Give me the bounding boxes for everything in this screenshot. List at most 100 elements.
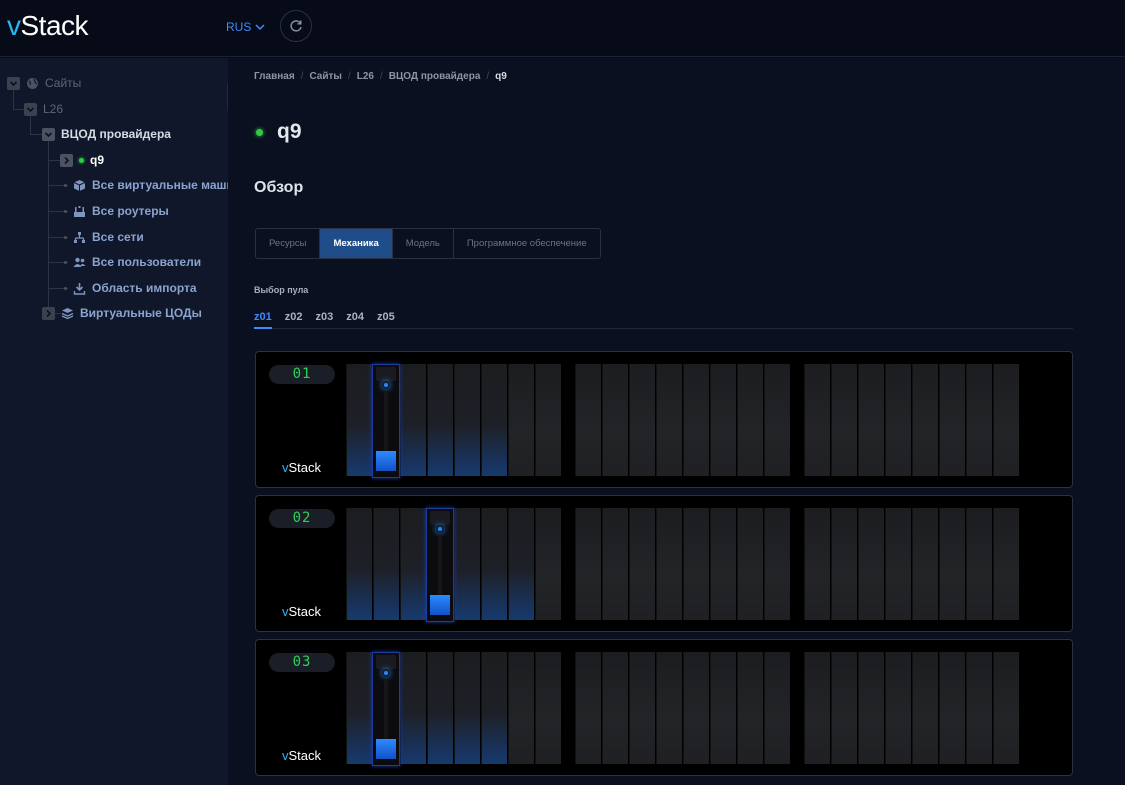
storage-slot[interactable] bbox=[454, 364, 480, 476]
storage-slot[interactable] bbox=[993, 508, 1019, 620]
storage-slot[interactable] bbox=[804, 652, 830, 764]
tree-item-l26[interactable]: L26 bbox=[24, 102, 63, 116]
storage-slot[interactable] bbox=[737, 508, 763, 620]
storage-slot[interactable] bbox=[912, 364, 938, 476]
storage-slot[interactable] bbox=[764, 508, 790, 620]
storage-slot[interactable] bbox=[993, 652, 1019, 764]
storage-slot[interactable] bbox=[764, 364, 790, 476]
pool-tab-z05[interactable]: z05 bbox=[377, 311, 395, 329]
storage-slot[interactable] bbox=[400, 364, 426, 476]
storage-slot[interactable] bbox=[939, 508, 965, 620]
collapse-toggle[interactable] bbox=[24, 102, 37, 116]
storage-slot[interactable] bbox=[966, 508, 992, 620]
storage-slot[interactable] bbox=[966, 652, 992, 764]
storage-slot[interactable] bbox=[629, 364, 655, 476]
storage-slot[interactable] bbox=[454, 508, 480, 620]
refresh-button[interactable] bbox=[280, 10, 312, 42]
storage-slot[interactable] bbox=[481, 652, 507, 764]
storage-slot[interactable] bbox=[737, 364, 763, 476]
storage-slot[interactable] bbox=[804, 508, 830, 620]
breadcrumb-link[interactable]: Сайты bbox=[309, 71, 342, 82]
breadcrumb-link[interactable]: Главная bbox=[254, 71, 295, 82]
pool-tab-z03[interactable]: z03 bbox=[316, 311, 334, 329]
tab-model[interactable]: Модель bbox=[393, 229, 454, 258]
storage-slot[interactable] bbox=[400, 508, 426, 620]
storage-slot[interactable] bbox=[710, 508, 736, 620]
storage-slot[interactable] bbox=[427, 364, 453, 476]
rack-panel[interactable]: 01 vStack bbox=[255, 351, 1073, 488]
storage-slot[interactable] bbox=[993, 364, 1019, 476]
storage-slot[interactable] bbox=[885, 364, 911, 476]
tree-item-all-users[interactable]: Все пользователи bbox=[64, 255, 201, 269]
tab-software[interactable]: Программное обеспечение bbox=[454, 229, 600, 258]
storage-slot[interactable] bbox=[858, 508, 884, 620]
pool-tab-z01[interactable]: z01 bbox=[254, 311, 272, 329]
rack-panel[interactable]: 03 vStack bbox=[255, 639, 1073, 776]
tab-mechanics[interactable]: Механика bbox=[320, 229, 393, 258]
pool-tab-z02[interactable]: z02 bbox=[285, 311, 303, 329]
expand-toggle[interactable] bbox=[60, 153, 73, 167]
storage-slot[interactable] bbox=[939, 364, 965, 476]
tree-item-virtual-dcs[interactable]: Виртуальные ЦОДы bbox=[42, 306, 202, 320]
tree-item-import-area[interactable]: Область импорта bbox=[64, 281, 197, 295]
language-selector[interactable]: RUS bbox=[226, 20, 265, 34]
vstack-logo[interactable]: vStack bbox=[7, 10, 89, 42]
storage-slot[interactable] bbox=[656, 508, 682, 620]
tree-item-q9[interactable]: q9 bbox=[60, 153, 104, 167]
tree-item-all-networks[interactable]: Все сети bbox=[64, 230, 144, 244]
rack-panel[interactable]: 02 vStack bbox=[255, 495, 1073, 632]
storage-slot[interactable] bbox=[710, 652, 736, 764]
storage-slot[interactable] bbox=[535, 508, 561, 620]
storage-slot[interactable] bbox=[885, 508, 911, 620]
storage-slot[interactable] bbox=[508, 364, 534, 476]
storage-slot[interactable] bbox=[346, 508, 372, 620]
storage-slot[interactable] bbox=[858, 652, 884, 764]
storage-slot[interactable] bbox=[966, 364, 992, 476]
storage-slot[interactable] bbox=[656, 364, 682, 476]
storage-slot[interactable] bbox=[804, 364, 830, 476]
storage-slot[interactable] bbox=[508, 652, 534, 764]
storage-slot[interactable] bbox=[508, 508, 534, 620]
tree-item-all-vms[interactable]: Все виртуальные машины bbox=[64, 178, 228, 192]
storage-slot[interactable] bbox=[346, 364, 372, 476]
storage-slot[interactable] bbox=[346, 652, 372, 764]
storage-slot[interactable] bbox=[885, 652, 911, 764]
storage-slot[interactable] bbox=[602, 364, 628, 476]
storage-slot[interactable] bbox=[427, 652, 453, 764]
storage-slot[interactable] bbox=[683, 364, 709, 476]
storage-slot[interactable] bbox=[373, 508, 399, 620]
collapse-toggle[interactable] bbox=[42, 127, 55, 141]
storage-slot[interactable] bbox=[683, 508, 709, 620]
storage-slot[interactable] bbox=[481, 508, 507, 620]
storage-slot[interactable] bbox=[400, 652, 426, 764]
storage-slot[interactable] bbox=[831, 652, 857, 764]
storage-slot[interactable] bbox=[602, 508, 628, 620]
storage-slot[interactable] bbox=[602, 652, 628, 764]
storage-slot[interactable] bbox=[710, 364, 736, 476]
storage-slot[interactable] bbox=[737, 652, 763, 764]
storage-slot[interactable] bbox=[629, 508, 655, 620]
tree-item-provider-dc[interactable]: ВЦОД провайдера bbox=[42, 127, 171, 141]
storage-slot[interactable] bbox=[831, 508, 857, 620]
breadcrumb-link[interactable]: L26 bbox=[357, 71, 374, 82]
storage-slot[interactable] bbox=[575, 508, 601, 620]
expand-toggle[interactable] bbox=[42, 306, 55, 320]
storage-slot[interactable] bbox=[831, 364, 857, 476]
storage-slot[interactable] bbox=[575, 364, 601, 476]
storage-slot[interactable] bbox=[535, 364, 561, 476]
storage-slot[interactable] bbox=[939, 652, 965, 764]
collapse-toggle[interactable] bbox=[7, 76, 20, 90]
storage-slot[interactable] bbox=[454, 652, 480, 764]
breadcrumb-link[interactable]: ВЦОД провайдера bbox=[389, 71, 481, 82]
tab-resources[interactable]: Ресурсы bbox=[256, 229, 321, 258]
storage-slot[interactable] bbox=[656, 652, 682, 764]
pool-tab-z04[interactable]: z04 bbox=[346, 311, 364, 329]
storage-slot[interactable] bbox=[683, 652, 709, 764]
storage-slot[interactable] bbox=[629, 652, 655, 764]
storage-slot[interactable] bbox=[858, 364, 884, 476]
storage-slot[interactable] bbox=[764, 652, 790, 764]
storage-slot[interactable] bbox=[912, 508, 938, 620]
storage-slot[interactable] bbox=[912, 652, 938, 764]
tree-item-sites[interactable]: Сайты bbox=[7, 76, 81, 90]
storage-slot[interactable] bbox=[481, 364, 507, 476]
